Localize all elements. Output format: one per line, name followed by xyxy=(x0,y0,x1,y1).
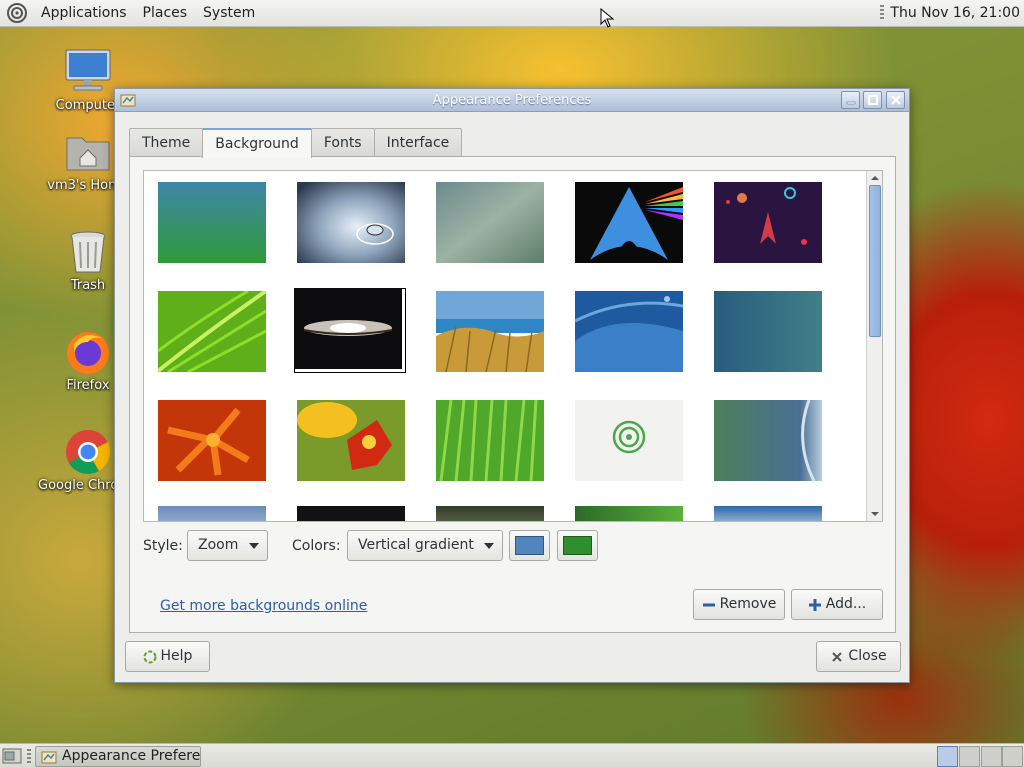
window-title: Appearance Preferences xyxy=(432,93,592,108)
window-titlebar[interactable]: Appearance Preferences xyxy=(115,89,909,112)
menu-applications[interactable]: Applications xyxy=(33,5,135,21)
appearance-preferences-window: Appearance Preferences Theme Background … xyxy=(114,88,910,683)
close-icon xyxy=(890,95,901,105)
tab-background[interactable]: Background xyxy=(202,128,312,158)
workspace-4[interactable] xyxy=(1002,746,1023,767)
scrollbar-thumb[interactable] xyxy=(869,185,881,337)
plus-icon xyxy=(808,598,821,611)
colors-dropdown[interactable]: Vertical gradient xyxy=(347,530,503,561)
remove-button-label: Remove xyxy=(719,596,777,612)
help-button-label: Help xyxy=(160,648,193,664)
wallpaper-thumb-partial[interactable] xyxy=(714,506,822,521)
chevron-down-icon xyxy=(249,543,259,549)
colors-dropdown-value: Vertical gradient xyxy=(358,537,474,553)
distro-logo-icon[interactable] xyxy=(7,3,27,23)
style-label: Style: xyxy=(143,538,183,554)
tab-fonts[interactable]: Fonts xyxy=(310,128,375,157)
top-panel: Applications Places System Thu Nov 16, 2… xyxy=(0,0,1024,27)
style-dropdown[interactable]: Zoom xyxy=(187,530,268,561)
trash-icon xyxy=(70,231,106,273)
scroll-up-icon[interactable] xyxy=(870,173,880,183)
scroll-down-icon[interactable] xyxy=(870,509,880,519)
mouse-cursor-icon xyxy=(600,8,615,28)
wallpaper-thumb[interactable] xyxy=(297,182,405,263)
computer-icon xyxy=(65,49,111,91)
bottom-panel: Appearance Prefere... xyxy=(0,743,1024,768)
workspace-1[interactable] xyxy=(937,746,958,767)
tab-theme[interactable]: Theme xyxy=(129,128,204,157)
workspace-3[interactable] xyxy=(981,746,1002,767)
secondary-color-swatch xyxy=(563,536,592,555)
close-window-button[interactable] xyxy=(886,91,905,109)
wallpaper-thumb[interactable] xyxy=(575,182,683,263)
help-icon xyxy=(143,650,157,663)
minimize-icon xyxy=(846,101,855,105)
wallpaper-thumb-selected[interactable] xyxy=(297,400,405,481)
style-dropdown-value: Zoom xyxy=(198,537,239,553)
add-button-label: Add... xyxy=(825,596,867,612)
wallpaper-thumb[interactable] xyxy=(714,291,822,372)
close-button-label: Close xyxy=(848,648,887,664)
wallpaper-thumb-partial[interactable] xyxy=(436,506,544,521)
get-more-backgrounds-link[interactable]: Get more backgrounds online xyxy=(160,598,367,614)
background-tab-panel: Style: Zoom Colors: Vertical gradient Ge… xyxy=(129,156,896,633)
wallpaper-thumb[interactable] xyxy=(294,288,402,369)
wallpaper-thumb[interactable] xyxy=(575,400,683,481)
wallpaper-thumb[interactable] xyxy=(158,182,266,263)
show-desktop-icon[interactable] xyxy=(2,747,22,765)
wallpaper-thumb[interactable] xyxy=(436,182,544,263)
panel-handle-icon[interactable] xyxy=(880,5,885,21)
wallpaper-scrollbar[interactable] xyxy=(866,171,882,521)
home-folder-icon xyxy=(66,137,110,171)
wallpaper-grid[interactable] xyxy=(143,170,883,522)
secondary-color-button[interactable] xyxy=(557,530,598,561)
chevron-down-icon xyxy=(484,543,494,549)
minimize-button[interactable] xyxy=(841,91,860,109)
workspace-2[interactable] xyxy=(959,746,980,767)
taskbar-appearance-preferences[interactable]: Appearance Prefere... xyxy=(35,746,201,767)
appearance-app-icon xyxy=(41,751,57,764)
tab-bar: Theme Background Fonts Interface xyxy=(129,128,463,158)
tab-interface[interactable]: Interface xyxy=(373,128,463,157)
panel-handle-icon[interactable] xyxy=(27,749,31,764)
menu-system[interactable]: System xyxy=(195,5,263,21)
wallpaper-thumb-partial[interactable] xyxy=(575,506,683,521)
wallpaper-thumb[interactable] xyxy=(436,400,544,481)
chrome-icon xyxy=(66,430,111,474)
add-button[interactable]: Add... xyxy=(791,589,883,620)
wallpaper-thumb[interactable] xyxy=(714,182,822,263)
wallpaper-thumb-partial[interactable] xyxy=(297,506,405,521)
wallpaper-thumb[interactable] xyxy=(158,400,266,481)
colors-label: Colors: xyxy=(292,538,341,554)
menu-places[interactable]: Places xyxy=(135,5,196,21)
maximize-button[interactable] xyxy=(863,91,882,109)
primary-color-button[interactable] xyxy=(509,530,550,561)
clock[interactable]: Thu Nov 16, 21:00 xyxy=(890,5,1020,21)
close-button[interactable]: Close xyxy=(816,641,901,672)
primary-color-swatch xyxy=(515,536,544,555)
maximize-icon xyxy=(867,95,878,105)
wallpaper-thumb-partial[interactable] xyxy=(158,506,266,521)
help-button[interactable]: Help xyxy=(125,641,210,672)
firefox-icon xyxy=(67,332,109,374)
remove-button[interactable]: Remove xyxy=(693,589,785,620)
wallpaper-thumb[interactable] xyxy=(436,291,544,372)
wallpaper-thumb[interactable] xyxy=(575,291,683,372)
minus-icon xyxy=(702,603,715,606)
close-icon xyxy=(832,651,843,662)
wallpaper-thumb[interactable] xyxy=(714,400,822,481)
wallpaper-thumb[interactable] xyxy=(158,291,266,372)
taskbar-task-label: Appearance Prefere... xyxy=(62,748,201,764)
